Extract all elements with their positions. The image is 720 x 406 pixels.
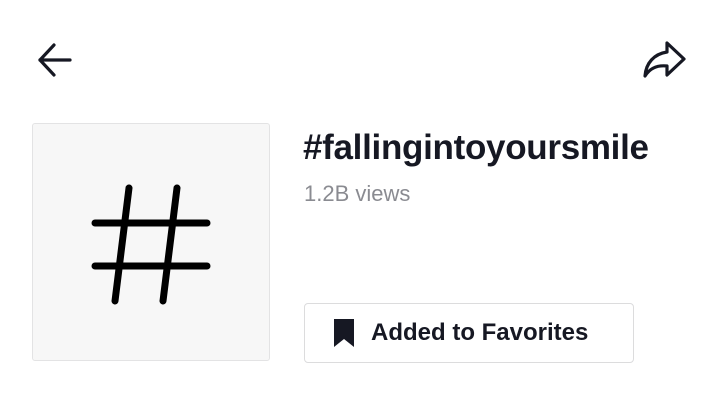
favorites-label: Added to Favorites [371, 319, 589, 346]
hashtag-cover [32, 123, 270, 361]
favorites-button[interactable]: Added to Favorites [304, 303, 634, 363]
hashtag-title: #fallingintoyoursmile [303, 128, 649, 167]
hashtag-icon [91, 184, 211, 305]
arrow-left-icon [38, 43, 72, 77]
views-count: 1.2B views [304, 181, 411, 206]
bookmark-icon [333, 318, 355, 348]
share-arrow-icon [643, 41, 686, 78]
back-button[interactable] [30, 38, 78, 82]
share-button[interactable] [636, 36, 692, 84]
